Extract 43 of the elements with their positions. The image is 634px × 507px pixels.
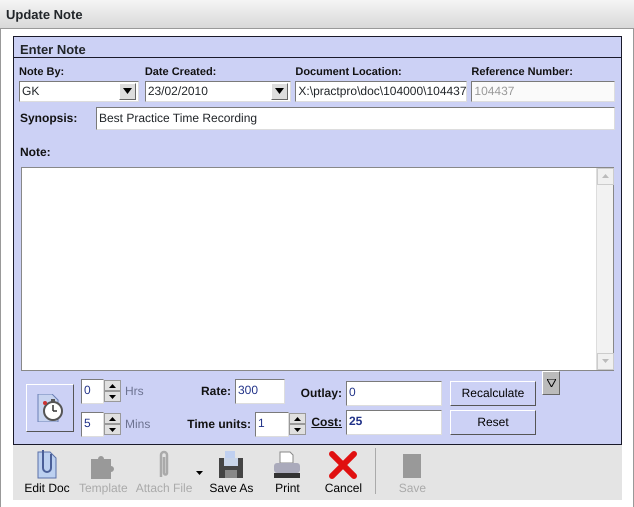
field-label: Rate:	[200, 383, 231, 400]
synopsis-field[interactable]: Best Practice Time Recording	[96, 106, 615, 130]
outlay-field[interactable]: 0	[346, 380, 442, 406]
spinner-arrows-icon[interactable]	[104, 380, 121, 402]
scrollbar[interactable]	[596, 168, 613, 370]
rate-field[interactable]: 300	[235, 378, 285, 404]
toolbar-button[interactable]: Print	[259, 447, 316, 497]
spinner-arrows-icon[interactable]	[289, 413, 306, 435]
time-units-field[interactable]: 1	[255, 412, 289, 436]
cancel-icon	[329, 451, 358, 479]
unit-label: Mins	[125, 416, 150, 433]
timer-button[interactable]	[26, 384, 74, 432]
text-field: 104437	[471, 80, 615, 102]
action-button[interactable]: Reset	[450, 410, 536, 434]
panel-title: Enter Note	[14, 37, 621, 58]
stopwatch-document-icon	[37, 394, 63, 422]
scroll-up-icon[interactable]	[597, 168, 614, 184]
document-icon	[37, 449, 57, 479]
unit-label: Hrs	[125, 383, 144, 400]
spinner-arrows-icon[interactable]	[104, 413, 121, 435]
field-label: Outlay:	[300, 385, 342, 402]
paperclip-icon	[158, 449, 170, 479]
text-field[interactable]: X:\practpro\doc\104000\104437	[295, 80, 468, 102]
window-title: Update Note	[0, 0, 634, 29]
toolbar-button[interactable]: Edit Doc	[19, 447, 75, 497]
cost-field[interactable]: 25	[346, 410, 442, 434]
dropdown-field[interactable]: 23/02/2010	[144, 80, 292, 102]
toolbar-button[interactable]: Cancel	[315, 447, 372, 497]
square-icon	[402, 453, 422, 479]
field-label: Cost:	[311, 414, 342, 431]
floppy-disk-icon	[218, 451, 244, 479]
field-label: Time units:	[187, 416, 251, 433]
toolbar-button[interactable]: Save As	[203, 447, 260, 497]
field-label: Synopsis:	[20, 110, 78, 127]
puzzle-icon	[91, 453, 116, 479]
field-label: Document Location:	[295, 65, 403, 80]
printer-icon	[273, 451, 302, 479]
field-label: Reference Number:	[471, 65, 574, 80]
dropdown-field[interactable]: GK	[19, 80, 139, 102]
field-label: Note By:	[19, 65, 66, 80]
field-label: Note:	[19, 144, 52, 160]
action-button[interactable]: Recalculate	[450, 380, 536, 406]
field-label: Date Created:	[144, 65, 218, 80]
